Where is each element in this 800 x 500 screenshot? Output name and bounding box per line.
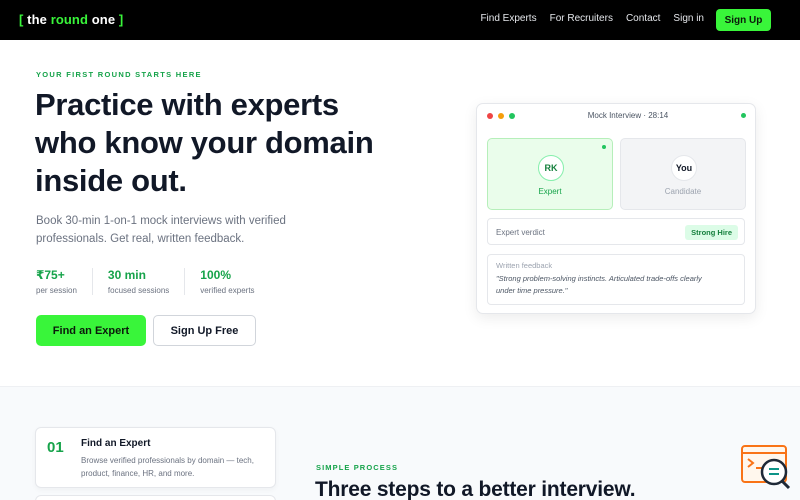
step-desc-line-2: product, finance, HR, and more. [81,469,195,478]
expert-label: Expert [538,187,562,196]
expert-verdict-row: Expert verdict Strong Hire [487,218,745,245]
hero-title-line-1: Practice with experts [35,87,339,122]
brand-logo[interactable]: [ the round one ] [19,12,123,27]
expert-pane: RK Expert [487,138,613,210]
expert-online-dot [602,145,606,149]
written-feedback-box: Written feedback "Strong problem-solving… [487,254,745,305]
nav-links: Find Experts For Recruiters Contact Sign… [480,13,704,24]
feedback-line-1: "Strong problem-solving instincts. Artic… [496,274,702,283]
nav-link-sign-in[interactable]: Sign in [673,13,704,24]
logo-word-round: round [50,12,89,27]
signup-free-button[interactable]: Sign Up Free [153,315,256,346]
nav-signup-button[interactable]: Sign Up [716,9,771,31]
mock-interview-title: Mock Interview · 28:14 [587,111,669,120]
stat-value: ₹75+ [36,268,65,282]
logo-bracket-close: ] [118,12,124,27]
logo-bracket-open: [ [19,12,24,27]
step-desc-line-1: Browse verified professionals by domain … [81,456,254,465]
stat-value: 30 min [107,268,146,282]
step-number: 01 [47,439,64,456]
hero-title-line-3: inside out. [35,163,187,198]
hero-subtitle-line-1: Book 30-min 1-on-1 mock interviews with … [36,215,286,227]
hero-title: Practice with experts who know your doma… [35,86,425,200]
hero-subtitle: Book 30-min 1-on-1 mock interviews with … [36,212,336,248]
process-title: Three steps to a better interview. [315,478,636,500]
mock-interview-card: Mock Interview · 28:14 RK Expert You Can… [476,103,756,314]
step-title: Find an Expert [81,438,151,449]
feedback-text: "Strong problem-solving instincts. Artic… [496,273,736,297]
hero-eyebrow: YOUR FIRST ROUND STARTS HERE [36,70,202,79]
stat-label: per session [36,286,77,295]
hero-title-line-2: who know your domain [35,125,374,160]
stat-label: verified experts [200,286,255,295]
candidate-label: Candidate [664,187,702,196]
stat-price: ₹75+ per session [36,268,93,295]
hero-subtitle-line-2: professionals. Get real, written feedbac… [36,233,245,245]
verdict-label: Expert verdict [496,228,545,237]
stat-value: 100% [200,268,231,282]
stat-label: focused sessions [107,286,170,295]
feedback-line-2: under time pressure." [496,286,568,295]
verdict-badge: Strong Hire [685,225,738,240]
candidate-avatar: You [671,155,697,181]
top-navbar: [ the round one ] Find Experts For Recru… [0,0,800,40]
logo-word-the: the [27,12,47,27]
stat-verified: 100% verified experts [200,268,269,295]
step-card-1[interactable]: 01 Find an Expert Browse verified profes… [35,427,276,488]
step-description: Browse verified professionals by domain … [81,454,271,480]
live-indicator-icon [741,113,746,118]
step-card-2[interactable] [35,495,276,500]
hero-stats: ₹75+ per session 30 min focused sessions… [36,268,285,295]
nav-link-find-experts[interactable]: Find Experts [480,13,536,24]
support-chat-search-icon[interactable] [740,444,792,492]
process-eyebrow: SIMPLE PROCESS [316,463,399,472]
nav-link-for-recruiters[interactable]: For Recruiters [550,13,613,24]
find-expert-button[interactable]: Find an Expert [36,315,146,346]
nav-link-contact[interactable]: Contact [626,13,660,24]
expert-avatar: RK [538,155,564,181]
candidate-pane: You Candidate [620,138,746,210]
stat-duration: 30 min focused sessions [107,268,186,295]
feedback-label: Written feedback [496,261,553,270]
logo-word-one: one [91,12,116,27]
